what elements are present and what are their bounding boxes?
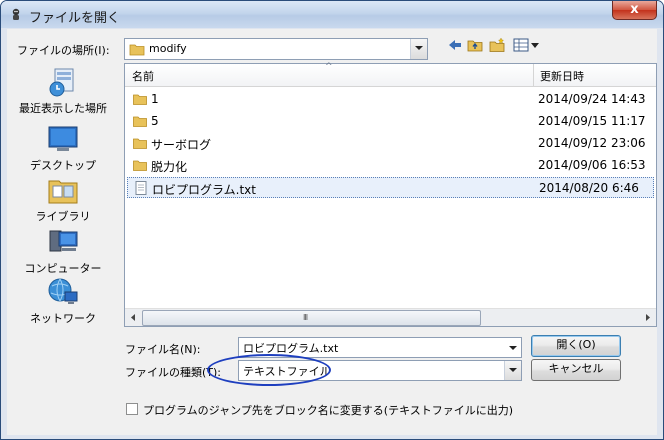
chevron-down-icon[interactable] [504, 361, 521, 380]
cancel-button-label: キャンセル [548, 362, 604, 375]
location-label: ファイルの場所(I): [17, 44, 110, 57]
close-icon: x [630, 2, 639, 17]
file-open-dialog: ファイルを開く x ファイルの場所(I): modify 最近表示した場所 デス… [0, 0, 664, 440]
open-button-label: 開く(O) [556, 338, 596, 351]
file-list[interactable]: ^ 名前 更新日時 1 2014/09/24 14:43 5 2014/09/1… [124, 62, 657, 327]
place-label: デスクトップ [30, 159, 96, 172]
location-value: modify [149, 42, 187, 55]
jump-rename-checkbox[interactable] [126, 403, 138, 415]
jump-rename-checkbox-label[interactable]: プログラムのジャンプ先をブロック名に変更する(テキストファイルに出力) [143, 402, 513, 418]
folder-icon [133, 116, 147, 127]
place-libraries[interactable]: ライブラリ [7, 173, 119, 224]
back-icon[interactable] [447, 37, 463, 53]
list-item-selected[interactable]: ロビプログラム.txt 2014/08/20 6:46 [127, 177, 654, 198]
folder-icon [133, 94, 147, 105]
column-header-label: 名前 [132, 70, 154, 83]
close-button[interactable]: x [612, 1, 657, 20]
list-item[interactable]: 脱力化 2014/09/06 16:53 [127, 155, 654, 176]
chevron-down-icon[interactable] [410, 39, 427, 59]
app-icon [12, 8, 20, 20]
network-icon [48, 278, 78, 304]
place-label: ネットワーク [30, 312, 96, 325]
new-folder-icon[interactable] [489, 37, 505, 53]
up-folder-icon[interactable] [467, 37, 483, 53]
title-bar[interactable]: ファイルを開く x [1, 1, 663, 28]
place-recent[interactable]: 最近表示した場所 [7, 65, 119, 116]
scrollbar-grip: III [303, 313, 308, 322]
place-desktop[interactable]: デスクトップ [7, 122, 119, 173]
chevron-down-icon[interactable] [505, 338, 521, 357]
view-menu-icon[interactable] [513, 37, 541, 53]
sort-ascending-icon: ^ [325, 62, 333, 72]
list-item[interactable]: 5 2014/09/15 11:17 [127, 111, 654, 132]
file-date: 2014/09/24 14:43 [538, 92, 646, 106]
place-network[interactable]: ネットワーク [7, 275, 119, 326]
column-header-label: 更新日時 [540, 70, 584, 83]
desktop-icon [48, 126, 78, 151]
dialog-body: ファイルの場所(I): modify 最近表示した場所 デスクトップ ライブラリ… [7, 29, 657, 435]
location-combobox[interactable]: modify [124, 38, 428, 60]
scroll-right-icon[interactable] [639, 309, 656, 326]
places-bar: 最近表示した場所 デスクトップ ライブラリ コンピューター ネットワーク [7, 63, 119, 333]
folder-icon [133, 138, 147, 149]
list-item[interactable]: サーボログ 2014/09/12 23:06 [127, 133, 654, 154]
place-label: ライブラリ [35, 210, 91, 223]
file-name: ロビプログラム.txt [152, 183, 256, 197]
file-date: 2014/09/12 23:06 [538, 136, 646, 150]
file-name: サーボログ [151, 138, 212, 152]
computer-icon [49, 230, 78, 252]
scrollbar-thumb[interactable]: III [142, 310, 481, 326]
window-title: ファイルを開く [29, 11, 121, 26]
cancel-button[interactable]: キャンセル [531, 359, 621, 381]
file-name: 1 [151, 92, 159, 106]
place-label: コンピューター [24, 262, 102, 275]
libraries-icon [48, 180, 78, 204]
folder-icon [133, 160, 147, 171]
place-computer[interactable]: コンピューター [7, 225, 119, 276]
column-header-name[interactable]: ^ 名前 [125, 62, 534, 86]
filename-label: ファイル名(N): [125, 343, 201, 356]
horizontal-scrollbar[interactable]: III [125, 308, 656, 326]
folder-icon [129, 44, 145, 56]
list-header: ^ 名前 更新日時 [125, 62, 656, 87]
recent-places-icon [49, 68, 74, 97]
file-date: 2014/09/06 16:53 [538, 158, 646, 172]
place-label: 最近表示した場所 [19, 102, 107, 115]
file-name: 5 [151, 114, 159, 128]
text-file-icon [135, 181, 147, 195]
open-button[interactable]: 開く(O) [531, 335, 621, 357]
highlight-ellipse [207, 354, 331, 386]
file-name: 脱力化 [151, 160, 188, 174]
scroll-left-icon[interactable] [125, 309, 142, 326]
file-date: 2014/08/20 6:46 [539, 181, 639, 195]
list-item[interactable]: 1 2014/09/24 14:43 [127, 89, 654, 110]
file-date: 2014/09/15 11:17 [538, 114, 646, 128]
